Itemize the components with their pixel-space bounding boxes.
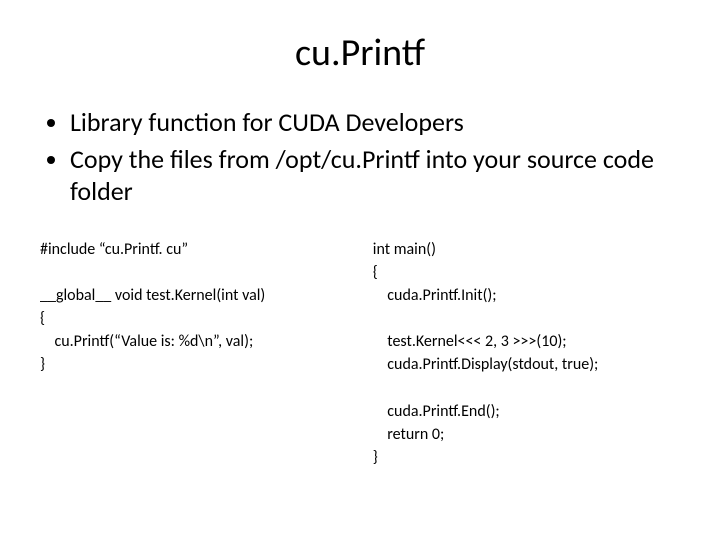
bullet-item: Library function for CUDA Developers [70,106,680,139]
bullet-item: Copy the files from /opt/cu.Printf into … [70,143,680,208]
slide-title: cu.Printf [40,30,680,76]
bullet-list: Library function for CUDA Developers Cop… [40,106,680,208]
code-right: int main() { cuda.Printf.Init(); test.Ke… [373,238,680,470]
slide: cu.Printf Library function for CUDA Deve… [0,0,720,540]
code-columns: #include “cu.Printf. cu” __global__ void… [40,238,680,470]
code-left: #include “cu.Printf. cu” __global__ void… [40,238,373,470]
